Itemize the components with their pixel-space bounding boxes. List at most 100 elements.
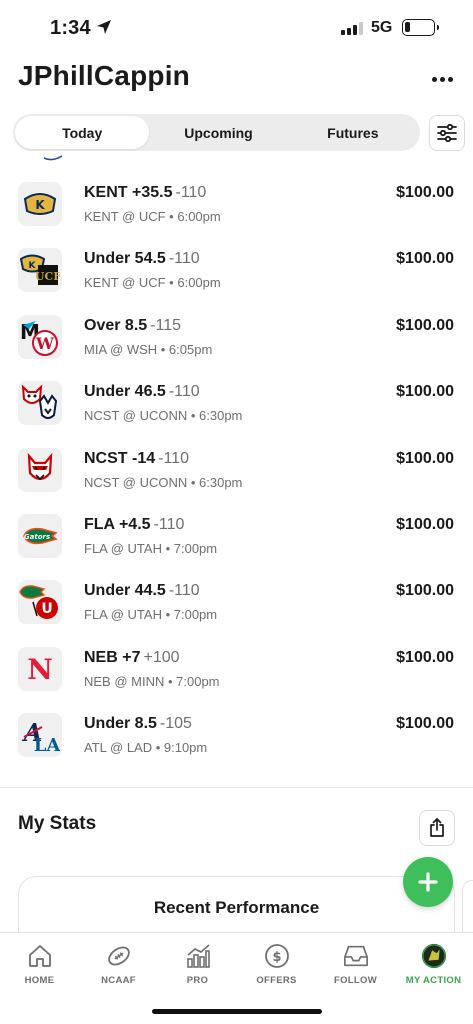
nav-label: PRO (186, 975, 209, 986)
bet-row[interactable]: K KENT +35.5 -110 KENT @ UCF • 6:00pm $10… (0, 170, 473, 236)
dollar-icon: $ (264, 943, 290, 969)
nav-follow[interactable]: FOLLOW (316, 933, 395, 993)
bet-title: Over 8.5 (84, 316, 148, 334)
bet-row[interactable]: M W Over 8.5 -115 MIA @ WSH • 6:05pm $100… (0, 303, 473, 369)
bet-odds: -110 (153, 515, 185, 533)
bet-matchup: KENT @ UCF • 6:00pm (84, 209, 221, 224)
bet-title: FLA +4.5 (84, 515, 151, 533)
status-bar: 1:34 5G (0, 0, 473, 58)
bet-matchup: FLA @ UTAH • 7:00pm (84, 607, 218, 623)
share-icon (430, 818, 444, 837)
bet-amount: $100.00 (396, 515, 454, 533)
svg-text:LA: LA (34, 735, 60, 755)
bet-title: Under 44.5 (84, 582, 166, 600)
bet-odds: -110 (168, 582, 200, 600)
bet-title: Under 46.5 (84, 383, 166, 401)
bet-odds: -110 (175, 184, 207, 201)
more-options-button[interactable] (428, 68, 456, 90)
tab-bar: Today Upcoming Futures (13, 114, 420, 151)
bet-amount: $100.00 (396, 648, 454, 666)
nebraska-logo: N (18, 646, 62, 691)
bet-row[interactable]: K UCF Under 54.5 -110 KENT @ UCF • 6:00pm… (0, 236, 473, 302)
svg-text:N: N (27, 654, 53, 684)
bet-matchup: ATL @ LAD • 9:10pm (84, 740, 208, 756)
section-divider (0, 787, 473, 788)
filter-button[interactable] (429, 115, 465, 151)
svg-text:UCF: UCF (35, 270, 60, 283)
marlins-nationals-logo: M W (18, 314, 62, 359)
football-icon (106, 943, 132, 969)
signal-strength-icon (341, 22, 363, 35)
bet-odds: -115 (150, 316, 181, 334)
svg-text:Gators: Gators (24, 533, 50, 541)
bet-title: Under 8.5 (84, 715, 157, 733)
add-bet-button[interactable] (403, 857, 453, 907)
nav-label: HOME (24, 975, 55, 986)
location-arrow-icon (97, 20, 111, 34)
bet-matchup: FLA @ UTAH • 7:00pm (84, 540, 218, 556)
braves-dodgers-logo: A LA (18, 713, 62, 758)
stats-title: My Stats (18, 813, 97, 834)
bet-amount: $100.00 (396, 250, 454, 268)
sliders-icon (437, 123, 457, 143)
nav-offers[interactable]: $ OFFERS (237, 933, 316, 993)
bet-amount: $100.00 (396, 184, 454, 201)
kent-ucf-logo: K UCF (18, 248, 62, 293)
plus-icon (418, 872, 438, 892)
bet-title: Under 54.5 (84, 250, 166, 268)
bet-amount: $100.00 (396, 582, 454, 600)
bet-title: NCST -14 (84, 449, 156, 467)
recent-performance-title: Recent Performance (153, 898, 320, 917)
bet-matchup: MIA @ WSH • 6:05pm (84, 341, 213, 357)
bet-amount: $100.00 (396, 449, 454, 467)
kent-state-logo: K (18, 182, 62, 226)
home-indicator (152, 1009, 322, 1014)
ncst-uconn-logo (18, 381, 62, 426)
tab-futures[interactable]: Futures (286, 114, 420, 151)
bet-row[interactable]: Gators FLA +4.5 -110 FLA @ UTAH • 7:00pm … (0, 502, 473, 568)
tab-upcoming[interactable]: Upcoming (151, 114, 285, 151)
more-dots-icon (431, 76, 437, 82)
bet-row[interactable]: N NEB +7 +100 NEB @ MINN • 7:00pm $100.00 (0, 635, 473, 701)
network-label: 5G (371, 19, 393, 36)
battery-icon (402, 19, 439, 36)
bar-chart-icon (185, 943, 211, 969)
inbox-icon (343, 943, 369, 969)
bet-matchup: NCST @ UCONN • 6:30pm (84, 408, 243, 424)
nav-label: OFFERS (256, 975, 297, 986)
tab-today[interactable]: Today (15, 116, 150, 149)
svg-text:U: U (41, 601, 52, 617)
bet-row[interactable]: U Under 44.5 -110 FLA @ UTAH • 7:00pm $10… (0, 568, 473, 634)
nav-my-action[interactable]: MY ACTION (394, 933, 473, 993)
bet-amount: $100.00 (396, 316, 454, 334)
bet-row[interactable]: NCST -14 -110 NCST @ UCONN • 6:30pm $100.… (0, 436, 473, 502)
svg-text:K: K (35, 198, 45, 212)
nc-state-wolf-logo (18, 447, 62, 492)
bet-row[interactable]: Under 46.5 -110 NCST @ UCONN • 6:30pm $10… (0, 369, 473, 435)
page-title: JPhillCappin (18, 60, 190, 91)
nav-ncaaf[interactable]: NCAAF (79, 933, 158, 993)
bet-amount: $100.00 (396, 715, 454, 733)
bet-odds: -105 (159, 715, 192, 733)
nav-home[interactable]: HOME (0, 933, 79, 993)
bet-matchup: NEB @ MINN • 7:00pm (84, 673, 220, 689)
bet-matchup: NCST @ UCONN • 6:30pm (84, 474, 243, 490)
status-time: 1:34 (50, 17, 91, 39)
bets-list: K KENT +35.5 -110 KENT @ UCF • 6:00pm $10… (0, 170, 473, 768)
bet-odds: -110 (168, 250, 200, 268)
nav-label: MY ACTION (405, 975, 462, 986)
nav-pro[interactable]: PRO (158, 933, 237, 993)
bet-title: NEB +7 (84, 648, 141, 666)
avatar-icon (421, 943, 447, 969)
share-button[interactable] (419, 810, 455, 846)
bet-title: KENT +35.5 (84, 184, 173, 201)
bet-amount: $100.00 (396, 383, 454, 401)
nav-label: FOLLOW (334, 975, 377, 986)
bet-odds: +100 (143, 648, 180, 666)
florida-gators-logo: Gators (18, 513, 62, 558)
scrolled-logo-fragment (43, 155, 63, 161)
home-icon (27, 943, 53, 969)
bet-row[interactable]: A LA Under 8.5-105 ATL @ LAD • 9:10pm $1… (0, 701, 473, 767)
bet-odds: -110 (168, 383, 200, 401)
svg-text:W: W (35, 334, 55, 353)
